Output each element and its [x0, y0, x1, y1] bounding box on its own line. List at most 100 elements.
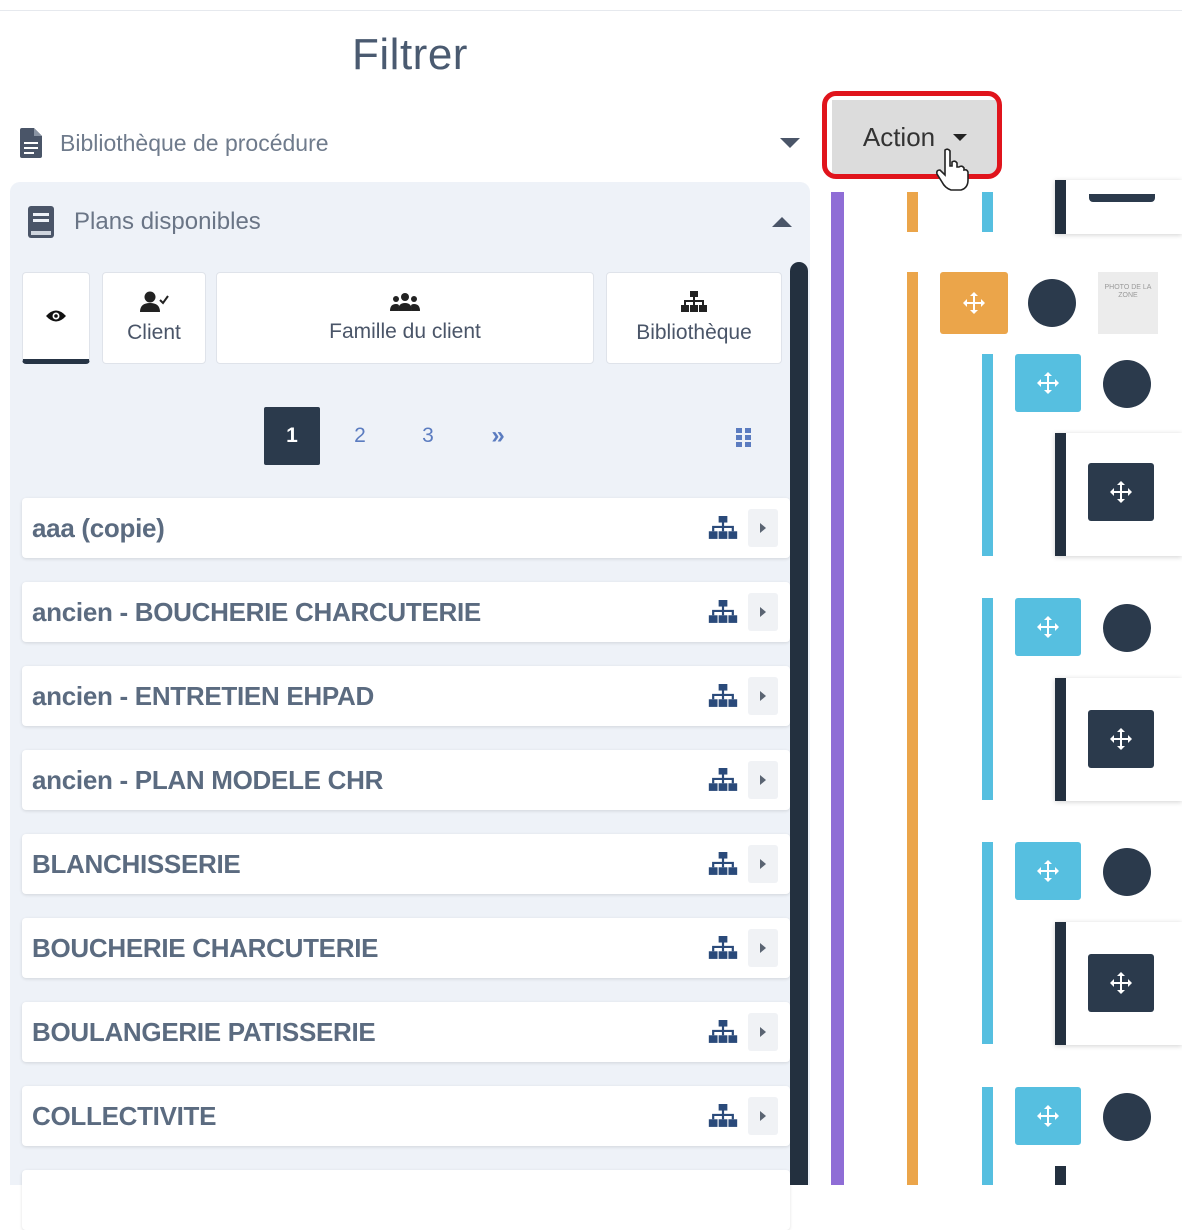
move-handle[interactable]: [940, 272, 1008, 334]
tree-level-line: [907, 272, 918, 1185]
tree-level-line: [982, 354, 993, 556]
plan-item[interactable]: BOULANGERIE PATISSERIE: [22, 1002, 790, 1062]
tree-level-line: [982, 1087, 993, 1185]
page-title: Filtrer: [352, 30, 468, 79]
open-plan-button[interactable]: [748, 677, 778, 715]
status-dot: [1103, 604, 1151, 652]
open-plan-button[interactable]: [748, 845, 778, 883]
page-2-button[interactable]: 2: [332, 407, 388, 465]
move-handle[interactable]: [1088, 710, 1154, 768]
status-dot: [1103, 1093, 1151, 1141]
users-icon: [390, 293, 420, 311]
action-button-label: Action: [862, 121, 936, 152]
caret-right-icon: [760, 859, 766, 869]
page-3-button[interactable]: 3: [400, 407, 456, 465]
plan-item[interactable]: ancien - ENTRETIEN EHPAD: [22, 666, 790, 726]
grid-view-icon[interactable]: [736, 428, 752, 448]
move-icon: [1037, 860, 1059, 882]
move-handle[interactable]: [1015, 1087, 1081, 1145]
status-dot: [1103, 848, 1151, 896]
user-check-icon: [140, 291, 169, 312]
caret-right-icon: [760, 1111, 766, 1121]
open-plan-button[interactable]: [748, 593, 778, 631]
plan-item[interactable]: ancien - PLAN MODELE CHR: [22, 750, 790, 810]
open-plan-button[interactable]: [748, 761, 778, 799]
available-plans-title: Plans disponibles: [74, 208, 261, 235]
procedure-library-select[interactable]: Bibliothèque de procédure: [20, 118, 800, 168]
move-handle[interactable]: [1088, 954, 1154, 1012]
plan-item[interactable]: [22, 1170, 790, 1230]
zone-photo: PHOTO DE LA ZONE: [1098, 272, 1158, 334]
top-divider: [0, 10, 1182, 11]
caret-right-icon: [760, 691, 766, 701]
move-icon: [963, 292, 985, 314]
plan-list-scrollbar[interactable]: [790, 262, 808, 1185]
plan-item[interactable]: BOUCHERIE CHARCUTERIE: [22, 918, 790, 978]
move-icon: [1037, 1105, 1059, 1127]
page-1-button[interactable]: 1: [264, 407, 320, 465]
open-plan-button[interactable]: [748, 509, 778, 547]
next-pages-button[interactable]: »: [470, 407, 526, 465]
status-dot: [1028, 279, 1076, 327]
move-handle[interactable]: [1015, 842, 1081, 900]
plan-name: aaa (copie): [32, 512, 165, 543]
tree-card: [1055, 678, 1182, 801]
tab-library[interactable]: Bibliothèque: [606, 272, 782, 364]
tree-level-line-root: [831, 192, 844, 1185]
tab-library-label: Bibliothèque: [636, 321, 752, 344]
plan-name: BLANCHISSERIE: [32, 848, 241, 879]
tree-level-line: [982, 598, 993, 800]
tab-client-label: Client: [127, 321, 181, 344]
plan-item[interactable]: COLLECTIVITE: [22, 1086, 790, 1146]
tab-client-family[interactable]: Famille du client: [216, 272, 594, 364]
plan-name: BOULANGERIE PATISSERIE: [32, 1016, 376, 1047]
action-dropdown-button[interactable]: Action: [832, 100, 998, 174]
tab-client[interactable]: Client: [102, 272, 206, 364]
sitemap-icon[interactable]: [708, 936, 738, 960]
status-dot: [1103, 360, 1151, 408]
sitemap-icon[interactable]: [708, 1104, 738, 1128]
tree-level-line: [907, 192, 918, 232]
sitemap-icon[interactable]: [708, 1020, 738, 1044]
tree-level-line: [982, 192, 993, 232]
plan-item[interactable]: ancien - BOUCHERIE CHARCUTERIE: [22, 582, 790, 642]
sitemap-icon[interactable]: [708, 516, 738, 540]
plan-name: ancien - BOUCHERIE CHARCUTERIE: [32, 596, 481, 627]
caret-right-icon: [760, 775, 766, 785]
chevron-up-icon[interactable]: [772, 217, 792, 227]
plan-item[interactable]: BLANCHISSERIE: [22, 834, 790, 894]
caret-right-icon: [760, 607, 766, 617]
eye-icon: [46, 310, 66, 322]
move-icon: [1110, 972, 1132, 994]
move-icon: [1110, 728, 1132, 750]
tab-all[interactable]: [22, 272, 90, 364]
open-plan-button[interactable]: [748, 1013, 778, 1051]
sitemap-icon[interactable]: [708, 600, 738, 624]
open-plan-button[interactable]: [748, 1097, 778, 1135]
caret-right-icon: [760, 943, 766, 953]
book-icon: [28, 206, 54, 238]
move-handle[interactable]: [1088, 463, 1154, 521]
sitemap-icon[interactable]: [708, 852, 738, 876]
caret-right-icon: [760, 523, 766, 533]
caret-right-icon: [760, 1027, 766, 1037]
tree-card: [1055, 433, 1182, 556]
move-icon: [1037, 616, 1059, 638]
move-handle[interactable]: [1015, 354, 1081, 412]
chevron-down-icon[interactable]: [780, 138, 800, 148]
sitemap-icon[interactable]: [708, 684, 738, 708]
move-handle[interactable]: [1015, 598, 1081, 656]
plan-item[interactable]: aaa (copie): [22, 498, 790, 558]
available-plans-panel: Plans disponibles Client Famille du clie…: [10, 182, 810, 1230]
plan-name: COLLECTIVITE: [32, 1100, 217, 1131]
sitemap-icon[interactable]: [708, 768, 738, 792]
tree-level-line: [1055, 1166, 1066, 1185]
tree-card: [1055, 180, 1182, 234]
procedure-library-label: Bibliothèque de procédure: [60, 129, 329, 156]
open-plan-button[interactable]: [748, 929, 778, 967]
available-plans-header[interactable]: Plans disponibles: [28, 200, 792, 244]
plan-name: ancien - ENTRETIEN EHPAD: [32, 680, 374, 711]
tab-client-family-label: Famille du client: [329, 320, 481, 343]
move-icon: [1037, 372, 1059, 394]
caret-down-icon: [953, 133, 968, 141]
